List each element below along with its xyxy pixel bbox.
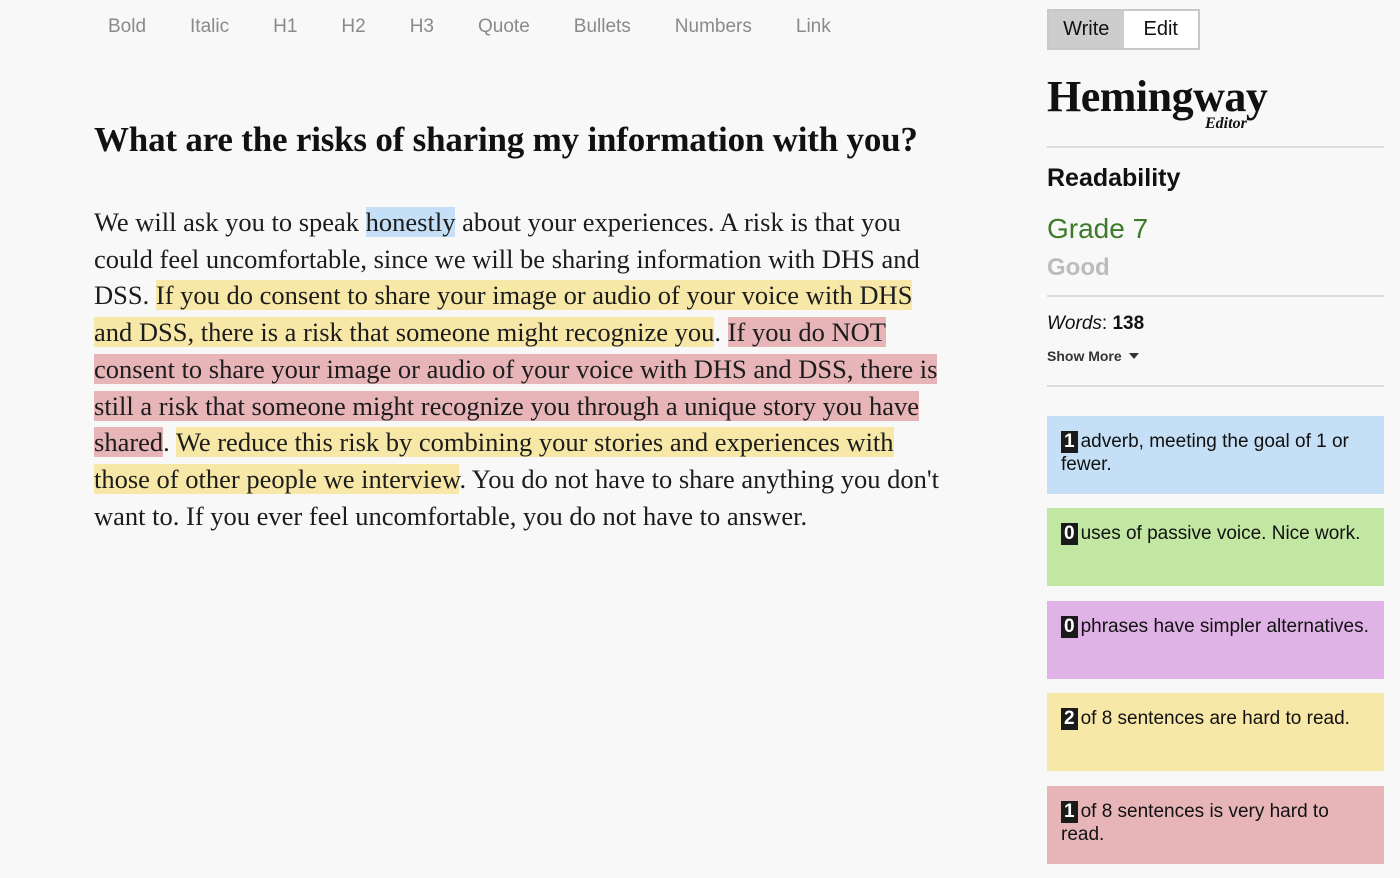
grade-level: Grade 7: [1047, 213, 1149, 244]
logo-subtitle: Editor: [1205, 115, 1247, 132]
hard-count: 2: [1061, 708, 1078, 730]
plain-text: .: [163, 427, 176, 458]
word-count-label: Words: [1047, 313, 1102, 334]
logo-wordmark: Hemingway: [1047, 72, 1268, 121]
divider: [1047, 295, 1384, 297]
edit-mode-button[interactable]: Edit: [1124, 11, 1199, 48]
plain-text: .: [714, 317, 728, 348]
h2-button[interactable]: H2: [319, 13, 387, 41]
passive-count: 0: [1061, 523, 1078, 545]
passive-text: uses of passive voice. Nice work.: [1080, 523, 1361, 544]
text-editor[interactable]: What are the risks of sharing my informa…: [94, 118, 954, 534]
adverb-highlight: honestly: [365, 207, 456, 237]
mode-switch: Write Edit: [1047, 9, 1200, 50]
phrases-count: 0: [1061, 616, 1078, 638]
h3-button[interactable]: H3: [388, 13, 456, 41]
adverb-card: 1 adverb, meeting the goal of 1 or fewer.: [1047, 416, 1384, 494]
show-more-label: Show More: [1047, 348, 1122, 364]
hemingway-logo: Hemingway Editor: [1047, 72, 1297, 136]
readability-heading: Readability: [1047, 164, 1181, 192]
divider: [1047, 385, 1384, 387]
very-hard-count: 1: [1061, 801, 1078, 823]
simpler-phrases-card: 0 phrases have simpler alternatives.: [1047, 601, 1384, 679]
formatting-toolbar: Bold Italic H1 H2 H3 Quote Bullets Numbe…: [86, 13, 853, 41]
numbers-button[interactable]: Numbers: [653, 13, 774, 41]
passive-voice-card: 0 uses of passive voice. Nice work.: [1047, 508, 1384, 586]
adverb-text: adverb, meeting the goal of 1 or fewer.: [1061, 431, 1349, 475]
link-button[interactable]: Link: [774, 13, 853, 41]
quote-button[interactable]: Quote: [456, 13, 552, 41]
document-title[interactable]: What are the risks of sharing my informa…: [94, 118, 954, 162]
grade-description: Good: [1047, 254, 1110, 281]
plain-text: We will ask you to speak: [94, 207, 366, 237]
very-hard-sentences-card: 1 of 8 sentences is very hard to read.: [1047, 786, 1384, 864]
word-count-value: 138: [1112, 313, 1145, 334]
caret-down-icon: [1128, 353, 1139, 359]
hard-text: of 8 sentences are hard to read.: [1080, 708, 1350, 729]
adverb-count: 1: [1061, 431, 1078, 453]
divider: [1047, 146, 1384, 148]
word-count-separator: :: [1101, 313, 1113, 334]
bold-button[interactable]: Bold: [86, 13, 168, 41]
very-hard-text: of 8 sentences is very hard to read.: [1061, 801, 1329, 845]
phrases-text: phrases have simpler alternatives.: [1080, 616, 1369, 637]
h1-button[interactable]: H1: [251, 13, 319, 41]
italic-button[interactable]: Italic: [168, 13, 251, 41]
document-body[interactable]: We will ask you to speak honestly about …: [94, 204, 954, 534]
sidebar: Write Edit Hemingway Editor Readability …: [1047, 0, 1384, 878]
write-mode-button[interactable]: Write: [1049, 11, 1124, 48]
word-count: Words: 138: [1047, 313, 1144, 335]
show-more-button[interactable]: Show More: [1047, 348, 1139, 364]
bullets-button[interactable]: Bullets: [552, 13, 653, 41]
hard-sentences-card: 2 of 8 sentences are hard to read.: [1047, 693, 1384, 771]
